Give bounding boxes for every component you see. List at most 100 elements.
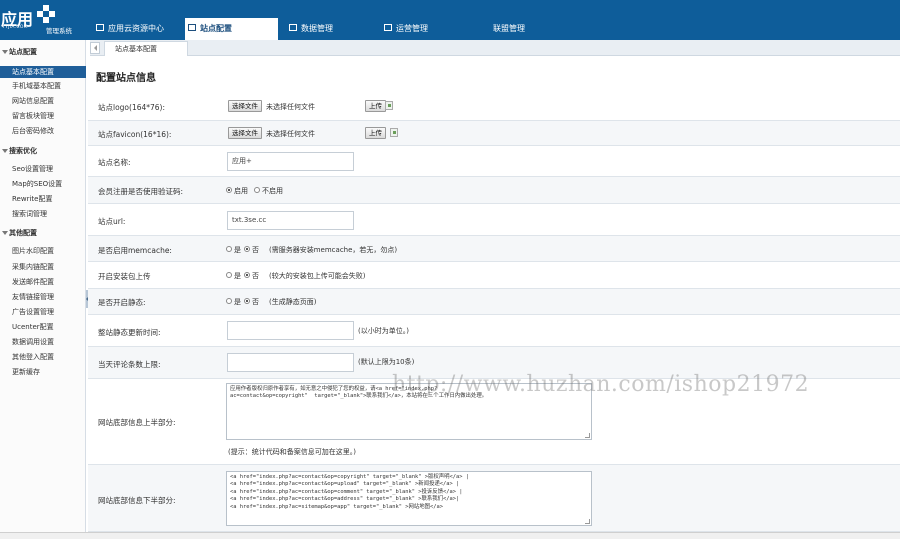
row-favicon: 站点favicon(16*16): 选择文件 未选择任何文件 上传: [88, 121, 900, 146]
comment-limit-input[interactable]: [227, 353, 354, 372]
logo-file-status: 未选择任何文件: [266, 103, 315, 111]
sidebar-group-other[interactable]: 其他配置: [0, 226, 86, 240]
watermark: http://www.huzhan.com/ishop21972: [392, 372, 810, 397]
footer-top-label: 网站底部信息上半部分:: [98, 418, 176, 427]
page-title: 配置站点信息: [96, 73, 156, 84]
static-update-input[interactable]: [227, 321, 354, 340]
row-static: 是否开启静态: 是 否 (生成静态页面): [88, 289, 900, 315]
sidebar-item-site-info[interactable]: 网站信息配置: [0, 95, 86, 107]
logo-label: 站点logo(164*76):: [98, 103, 166, 112]
choose-logo-file-button[interactable]: 选择文件: [228, 100, 262, 112]
radio-dot: [244, 298, 250, 304]
upload-logo-button[interactable]: 上传: [365, 100, 386, 112]
sidebar-item-password[interactable]: 后台密码修改: [0, 125, 86, 137]
package-upload-yes-radio[interactable]: 是: [226, 271, 241, 281]
logo-cubes-icon: [37, 5, 55, 23]
radio-dot: [226, 246, 232, 252]
memcache-yes-radio[interactable]: 是: [226, 245, 241, 255]
radio-dot: [226, 187, 232, 193]
static-hint: (生成静态页面): [269, 298, 317, 306]
sidebar: 站点配置 站点基本配置 手机域基本配置 网站信息配置 留言板块管理 后台密码修改…: [0, 40, 86, 532]
logo-domain: YYJIA.COM: [2, 25, 28, 30]
static-update-label: 整站静态更新时间:: [98, 328, 161, 337]
radio-dot: [244, 246, 250, 252]
sidebar-item-mail[interactable]: 发送邮件配置: [0, 276, 86, 288]
row-site-url: 站点url: txt.3se.cc: [88, 204, 900, 236]
static-update-hint: (以小时为单位。): [358, 327, 409, 335]
tab-site-basic[interactable]: 站点基本配置: [104, 41, 188, 56]
radio-dot: [244, 272, 250, 278]
sidebar-item-ucenter[interactable]: Ucenter配置: [0, 321, 86, 333]
static-yes-radio[interactable]: 是: [226, 297, 241, 307]
row-site-name: 站点名称: 应用+: [88, 146, 900, 177]
site-name-label: 站点名称:: [98, 158, 131, 167]
nav-alliance[interactable]: 联盟管理: [493, 18, 573, 40]
sidebar-item-ads[interactable]: 广告设置管理: [0, 306, 86, 318]
package-upload-no-radio[interactable]: 否: [244, 271, 259, 281]
row-footer-bottom: 网站底部信息下半部分: <a href="index.php?ac=contac…: [88, 465, 900, 532]
sidebar-item-update-cache[interactable]: 更新缓存: [0, 366, 86, 378]
radio-dot: [226, 298, 232, 304]
package-upload-hint: (较大的安装包上传可能会失败): [269, 272, 366, 280]
sidebar-item-seo-settings[interactable]: Seo设置管理: [0, 163, 86, 175]
captcha-label: 会员注册是否使用验证码:: [98, 187, 184, 196]
favicon-label: 站点favicon(16*16):: [98, 130, 172, 139]
sidebar-item-guestbook[interactable]: 留言板块管理: [0, 110, 86, 122]
broken-image-icon: [385, 101, 393, 110]
row-logo: 站点logo(164*76): 选择文件 未选择任何文件 上传: [88, 92, 900, 121]
logo[interactable]: 应用 YYJIA.COM 管理系统: [0, 0, 86, 40]
nav-site-config[interactable]: 站点配置: [185, 18, 278, 40]
logo-system-label: 管理系统: [46, 27, 72, 35]
nav-operations[interactable]: 运营管理: [382, 18, 472, 40]
tab-scroll-left-button[interactable]: [90, 42, 100, 54]
sidebar-item-rewrite[interactable]: Rewrite配置: [0, 193, 86, 205]
resize-grip-icon[interactable]: [585, 433, 590, 438]
nav-data-manage[interactable]: 数据管理: [287, 18, 377, 40]
site-url-label: 站点url:: [98, 217, 126, 226]
sidebar-item-data-call[interactable]: 数据调用设置: [0, 336, 86, 348]
site-url-input[interactable]: txt.3se.cc: [227, 211, 354, 230]
nav-cloud-resource[interactable]: 应用云资源中心: [94, 18, 182, 40]
broken-image-icon: [390, 128, 398, 137]
upload-favicon-button[interactable]: 上传: [365, 127, 386, 139]
sidebar-item-map-seo[interactable]: Map的SEO设置: [0, 178, 86, 190]
row-memcache: 是否启用memcache: 是 否 (需服务器安装memcache，若无，勿点): [88, 236, 900, 262]
sidebar-item-search-words[interactable]: 搜索词管理: [0, 208, 86, 220]
row-static-update: 整站静态更新时间: (以小时为单位。): [88, 315, 900, 347]
site-name-input[interactable]: 应用+: [227, 152, 354, 171]
upload-icon: [96, 24, 104, 31]
sidebar-item-mobile-basic[interactable]: 手机域基本配置: [0, 80, 86, 92]
sidebar-item-watermark[interactable]: 图片水印配置: [0, 245, 86, 257]
row-package-upload: 开启安装包上传 是 否 (较大的安装包上传可能会失败): [88, 262, 900, 289]
sidebar-item-other-login[interactable]: 其他登入配置: [0, 351, 86, 363]
row-captcha: 会员注册是否使用验证码: 启用 不启用: [88, 177, 900, 204]
resize-grip-icon[interactable]: [585, 519, 590, 524]
collapse-triangle-icon: [2, 50, 8, 54]
footer-bottom-label: 网站底部信息下半部分:: [98, 496, 176, 505]
comment-limit-hint: (默认上限为10条): [358, 358, 415, 366]
captcha-disable-radio[interactable]: 不启用: [254, 186, 283, 196]
list-icon: [289, 24, 297, 31]
sidebar-item-collect-links[interactable]: 采集内链配置: [0, 261, 86, 273]
sidebar-group-site-config[interactable]: 站点配置: [0, 45, 86, 59]
package-upload-label: 开启安装包上传: [98, 272, 151, 281]
users-icon: [384, 24, 392, 31]
comment-limit-label: 当天评论条数上限:: [98, 360, 161, 369]
static-no-radio[interactable]: 否: [244, 297, 259, 307]
home-icon: [188, 24, 196, 31]
collapse-triangle-icon: [2, 149, 8, 153]
status-bar: [0, 532, 900, 539]
top-bar: 应用 YYJIA.COM 管理系统 应用云资源中心 站点配置 数据管理 运营管理…: [0, 0, 900, 40]
static-label: 是否开启静态:: [98, 298, 146, 307]
favicon-file-status: 未选择任何文件: [266, 130, 315, 138]
choose-favicon-file-button[interactable]: 选择文件: [228, 127, 262, 139]
radio-dot: [226, 272, 232, 278]
sidebar-item-site-basic[interactable]: 站点基本配置: [0, 66, 86, 78]
footer-bottom-textarea[interactable]: <a href="index.php?ac=contact&op=copyrig…: [226, 471, 592, 526]
sidebar-item-friend-links[interactable]: 友情链接管理: [0, 291, 86, 303]
footer-top-hint: (提示：统计代码和备案信息可加在这里。): [228, 448, 356, 456]
captcha-enable-radio[interactable]: 启用: [226, 186, 248, 196]
memcache-no-radio[interactable]: 否: [244, 245, 259, 255]
tab-strip: 站点基本配置: [90, 40, 900, 56]
sidebar-group-seo[interactable]: 搜索优化: [0, 144, 86, 158]
